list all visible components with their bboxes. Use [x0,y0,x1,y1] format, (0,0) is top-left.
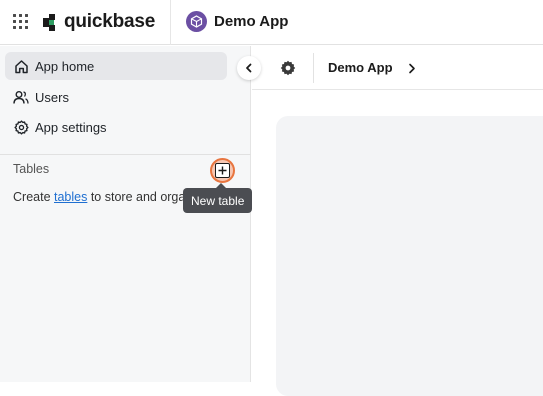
tables-empty-hint: Create tables to store and organize your… [13,190,185,204]
settings-gear-icon [13,119,29,135]
collapse-sidebar-button[interactable] [237,56,261,80]
quickbase-logo-mark-icon [43,13,60,31]
sidebar-divider [0,154,251,155]
sidebar-item-app-settings[interactable]: App settings [5,113,227,141]
main-content [252,91,543,396]
tables-link[interactable]: tables [54,190,87,204]
users-icon [13,89,29,105]
content-header: Demo App [252,46,543,90]
chevron-right-icon [406,60,418,76]
new-table-tooltip: New table [183,183,253,213]
add-table-button[interactable] [210,158,235,183]
app-settings-button[interactable] [278,58,298,78]
plus-square-icon [215,163,230,178]
header-divider [313,53,314,83]
hint-prefix: Create [13,190,54,204]
tables-heading: Tables [13,162,50,176]
sidebar-item-users[interactable]: Users [5,83,227,111]
app-icon[interactable] [186,11,207,32]
hint-suffix: to store and organize your data [90,190,185,204]
top-bar: quickbase Demo App [0,0,543,45]
sidebar-item-label: Users [35,89,69,105]
app-title[interactable]: Demo App [214,13,288,30]
quickbase-logo[interactable]: quickbase [43,11,155,33]
breadcrumb-app[interactable]: Demo App [328,60,393,75]
brand-name: quickbase [64,11,156,32]
sidebar-item-label: App home [35,58,95,74]
topbar-divider [170,0,171,45]
gear-icon [280,60,296,76]
home-icon [13,58,29,74]
sidebar: App home Users App settings Tables Creat… [0,46,253,382]
chevron-left-icon [246,63,252,73]
sidebar-item-label: App settings [35,119,107,135]
content-placeholder-card [276,116,543,396]
app-switcher-grid-icon[interactable] [11,12,31,32]
sidebar-item-app-home[interactable]: App home [5,52,227,80]
app-cube-icon [190,15,203,28]
